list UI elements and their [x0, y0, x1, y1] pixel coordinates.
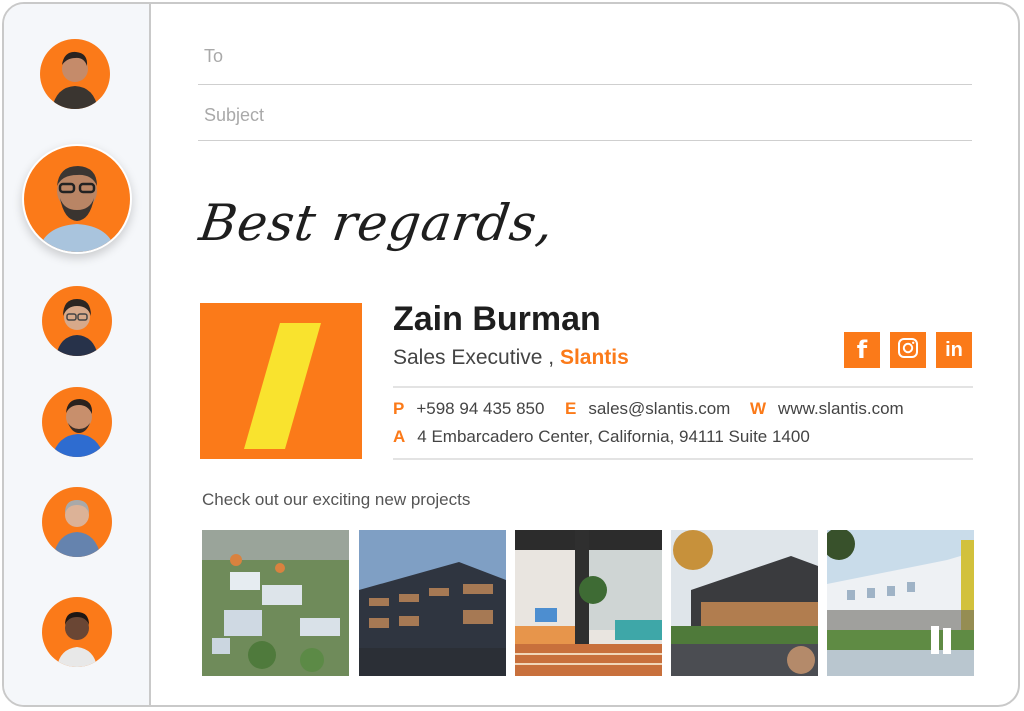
subject-placeholder: Subject: [204, 105, 265, 125]
project-image-campus-building[interactable]: [827, 530, 974, 676]
contact-phone: P +598 94 435 850: [393, 399, 544, 419]
instagram-icon: [897, 337, 919, 364]
divider: [393, 458, 973, 460]
contact-avatar[interactable]: [42, 487, 112, 557]
contact-avatar-selected[interactable]: [22, 144, 132, 254]
linkedin-button[interactable]: in: [936, 332, 972, 368]
contact-email: Esales@slantis.com: [565, 399, 730, 419]
email-link[interactable]: sales@slantis.com: [588, 399, 730, 418]
project-image-aerial-residential[interactable]: [202, 530, 349, 676]
contact-avatar[interactable]: [42, 286, 112, 356]
contact-avatar[interactable]: [42, 387, 112, 457]
company-logo: [200, 303, 362, 459]
contacts-sidebar: [4, 4, 151, 705]
promo-text: Check out our exciting new projects: [202, 490, 471, 509]
facebook-button[interactable]: f: [844, 332, 880, 368]
email-key: E: [565, 399, 577, 418]
facebook-icon: f: [856, 336, 868, 364]
contact-avatar[interactable]: [40, 39, 110, 109]
address-key: A: [393, 427, 406, 446]
project-image-commercial-building[interactable]: [671, 530, 818, 676]
linkedin-icon: in: [945, 338, 963, 361]
project-image-glass-office[interactable]: [359, 530, 506, 676]
email-compose-window: To Subject Best regards, Zain Burman Sal…: [2, 2, 1020, 707]
phone-value[interactable]: +598 94 435 850: [416, 399, 544, 418]
to-field[interactable]: To: [198, 34, 972, 85]
web-key: W: [750, 399, 767, 418]
address-value: 4 Embarcadero Center, California, 94111 …: [417, 427, 810, 446]
signature-title: Sales Executive , Slantis: [393, 346, 629, 370]
subject-field[interactable]: Subject: [198, 88, 972, 141]
website-link[interactable]: www.slantis.com: [778, 399, 904, 418]
signature-name: Zain Burman: [393, 300, 601, 338]
contact-web: Wwww.slantis.com: [750, 399, 904, 419]
phone-key: P: [393, 399, 405, 418]
project-image-office-interior[interactable]: [515, 530, 662, 676]
contact-avatar[interactable]: [42, 597, 112, 667]
contact-address: A 4 Embarcadero Center, California, 94111…: [393, 427, 810, 447]
divider: [393, 386, 973, 388]
job-title: Sales Executive ,: [393, 346, 555, 369]
to-placeholder: To: [204, 46, 224, 66]
signoff-text: Best regards,: [195, 194, 558, 252]
instagram-button[interactable]: [890, 332, 926, 368]
company-name: Slantis: [559, 346, 629, 369]
